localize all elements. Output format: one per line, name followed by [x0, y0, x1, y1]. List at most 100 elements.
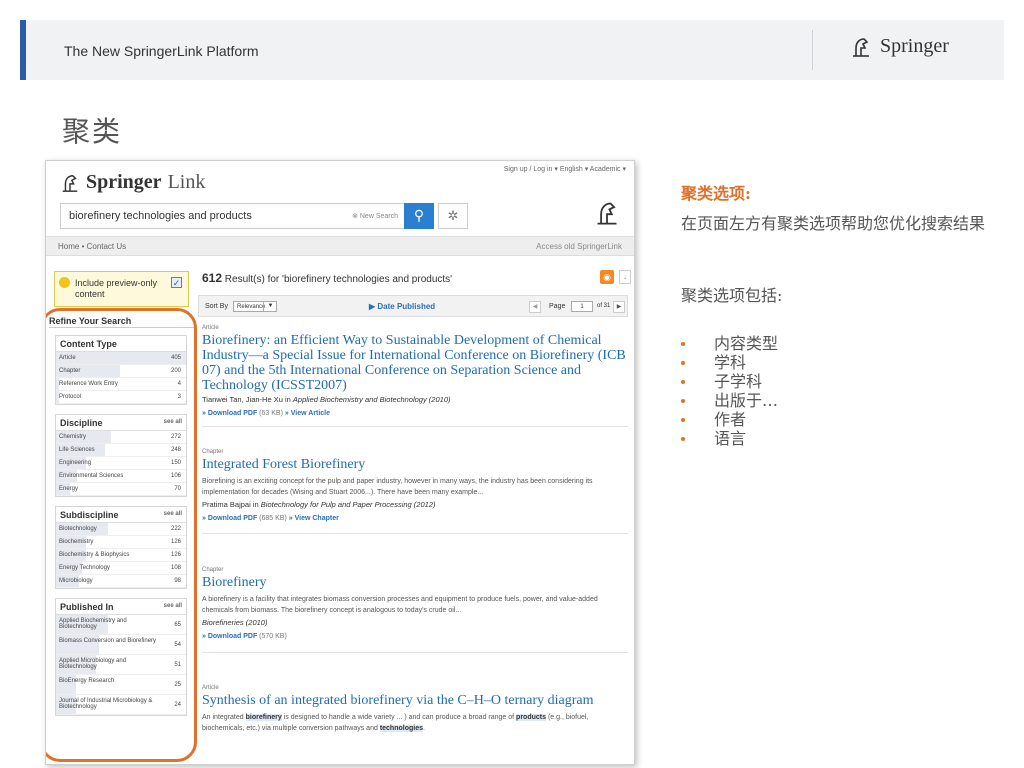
- nav-home-contact[interactable]: Home • Contact Us: [58, 242, 126, 251]
- result-snippet: An integrated biorefinery is designed to…: [202, 714, 589, 732]
- filter-option-label: Life Sciences: [59, 447, 95, 453]
- result-type: Chapter: [202, 567, 224, 573]
- account-menu[interactable]: Sign up / Log in ▾ English ▾ Academic ▾: [504, 165, 626, 173]
- chevron-down-icon[interactable]: ▼: [263, 301, 277, 312]
- header-title: The New SpringerLink Platform: [64, 43, 259, 59]
- filter-option[interactable]: Protocol 3: [56, 391, 186, 404]
- nav-bar: Home • Contact Us Access old SpringerLin…: [46, 236, 634, 256]
- filter-option-count: 25: [174, 682, 181, 688]
- springer-logo-text: Springer: [880, 35, 949, 57]
- preview-checkbox[interactable]: ✓: [171, 277, 182, 288]
- filter-option[interactable]: Microbiology 98: [56, 575, 186, 588]
- springer-horse-icon: [853, 37, 869, 57]
- filter-option[interactable]: Energy 70: [56, 483, 186, 496]
- filter-group-header: Published In see all: [56, 599, 186, 615]
- filter-group-header: Content Type: [56, 336, 186, 352]
- result-title[interactable]: Integrated Forest Biorefinery: [202, 457, 628, 472]
- filter-option-label: Biochemistry & Biophysics: [59, 552, 130, 558]
- filter-option-label: Microbiology: [59, 578, 93, 584]
- filter-option-label: Chemistry: [59, 434, 87, 440]
- rss-icon[interactable]: ◉: [600, 270, 614, 284]
- filter-option-count: 200: [170, 368, 181, 374]
- filter-option[interactable]: Applied Microbiology and Biotechnology 51: [56, 655, 186, 675]
- springerlink-screenshot: Springer Link Sign up / Log in ▾ English…: [45, 160, 635, 765]
- search-button[interactable]: ⚲: [404, 203, 434, 229]
- next-page-button[interactable]: ▶: [613, 301, 625, 313]
- filter-option[interactable]: Chemistry 272: [56, 431, 186, 444]
- bullet-icon: [681, 380, 685, 384]
- search-value: biorefinery technologies and products: [69, 210, 252, 222]
- cluster-options-list: 内容类型 学科 子学科 出版于… 作者 语言: [681, 334, 1001, 448]
- results-panel: 612 Result(s) for 'biorefinery technolog…: [198, 261, 634, 764]
- filter-option[interactable]: Article 405: [56, 352, 186, 365]
- filter-group-header: Discipline see all: [56, 415, 186, 431]
- result-count-number: 612: [202, 271, 223, 285]
- springerlink-logo-link: Link: [167, 171, 206, 193]
- filter-option[interactable]: Biomass Conversion and Biorefinery 54: [56, 635, 186, 655]
- date-published-filter[interactable]: ▶ Date Published: [369, 302, 435, 311]
- refine-title: Refine Your Search: [49, 316, 132, 326]
- filter-option[interactable]: Journal of Industrial Microbiology & Bio…: [56, 695, 186, 715]
- result-authors: Pratima Bajpai in Biotechnology for Pulp…: [202, 500, 436, 509]
- see-all-link[interactable]: see all: [164, 419, 182, 425]
- filter-option-label: Biotechnology: [59, 526, 97, 532]
- download-icon[interactable]: ↓: [619, 270, 631, 284]
- filter-option-count: 126: [170, 552, 181, 558]
- download-pdf-link[interactable]: » Download PDF: [202, 410, 257, 417]
- download-pdf-link[interactable]: » Download PDF: [202, 515, 257, 522]
- filter-option[interactable]: Engineering 150: [56, 457, 186, 470]
- see-all-link[interactable]: see all: [164, 511, 182, 517]
- filter-option[interactable]: Applied Biochemistry and Biotechnology 65: [56, 615, 186, 635]
- filter-option-count: 65: [174, 622, 181, 628]
- filter-option-label: Chapter: [59, 368, 81, 374]
- view-article-link[interactable]: » View Article: [283, 410, 330, 417]
- result-links: » Download PDF (570 KB): [202, 633, 287, 640]
- filter-option[interactable]: Chapter 200: [56, 365, 186, 378]
- page-input[interactable]: 1: [571, 301, 593, 312]
- filter-group-content-type: Content Type Article 405 Chapter 200 Referenc…: [55, 335, 187, 405]
- filter-option-count: 54: [174, 642, 181, 648]
- star-icon: [59, 277, 70, 288]
- filter-group-subdiscipline: Subdiscipline see all Biotechnology 222 Bioc…: [55, 506, 187, 589]
- filter-option[interactable]: BioEnergy Research 25: [56, 675, 186, 695]
- search-input[interactable]: biorefinery technologies and products ⊗ …: [60, 203, 405, 229]
- see-all-link[interactable]: see all: [164, 603, 182, 609]
- result-title[interactable]: Synthesis of an integrated biorefinery v…: [202, 693, 628, 708]
- settings-button[interactable]: ✲: [438, 203, 468, 229]
- prev-page-button[interactable]: ◀: [529, 301, 541, 313]
- download-pdf-link[interactable]: » Download PDF: [202, 633, 257, 640]
- filter-group-title: Content Type: [60, 339, 117, 349]
- list-item: 内容类型: [681, 334, 1001, 353]
- filter-option[interactable]: Reference Work Entry 4: [56, 378, 186, 391]
- filter-option-count: 106: [170, 473, 181, 479]
- nav-old-springerlink[interactable]: Access old SpringerLink: [536, 242, 622, 251]
- slide-heading: 聚类: [62, 115, 123, 148]
- list-item: 出版于…: [681, 391, 1001, 410]
- new-search-link[interactable]: ⊗ New Search: [352, 212, 398, 220]
- filter-option[interactable]: Biochemistry & Biophysics 126: [56, 549, 186, 562]
- filter-option-label: Protocol: [59, 394, 82, 400]
- filter-option-count: 150: [170, 460, 181, 466]
- view-chapter-link[interactable]: » View Chapter: [287, 515, 339, 522]
- bullet-icon: [681, 418, 685, 422]
- filter-group-header: Subdiscipline see all: [56, 507, 186, 523]
- filter-option[interactable]: Environmental Sciences 106: [56, 470, 186, 483]
- preview-toggle[interactable]: Include preview-only content ✓: [54, 271, 189, 307]
- springerlink-logo-springer: Springer: [86, 171, 162, 193]
- result-type: Chapter: [202, 449, 224, 455]
- result-type: Article: [202, 325, 219, 331]
- filter-option-label: Environmental Sciences: [59, 473, 124, 479]
- result-title[interactable]: Biorefinery: an Efficient Way to Sustain…: [202, 333, 628, 393]
- slide-header: The New SpringerLink Platform Springer: [20, 20, 1004, 80]
- filter-option-count: 405: [170, 355, 181, 361]
- filter-option[interactable]: Energy Technology 108: [56, 562, 186, 575]
- springerlink-logo[interactable]: Springer Link: [60, 171, 205, 194]
- filter-option[interactable]: Biochemistry 126: [56, 536, 186, 549]
- result-snippet: A biorefinery is a facility that integra…: [202, 596, 598, 614]
- result-title[interactable]: Biorefinery: [202, 575, 628, 590]
- filter-option-count: 4: [177, 381, 181, 387]
- filter-option[interactable]: Life Sciences 248: [56, 444, 186, 457]
- filter-option[interactable]: Biotechnology 222: [56, 523, 186, 536]
- result-authors: Tianwei Tan, Jian-He Xu in Applied Bioch…: [202, 395, 451, 404]
- springer-logo: Springer: [850, 35, 949, 58]
